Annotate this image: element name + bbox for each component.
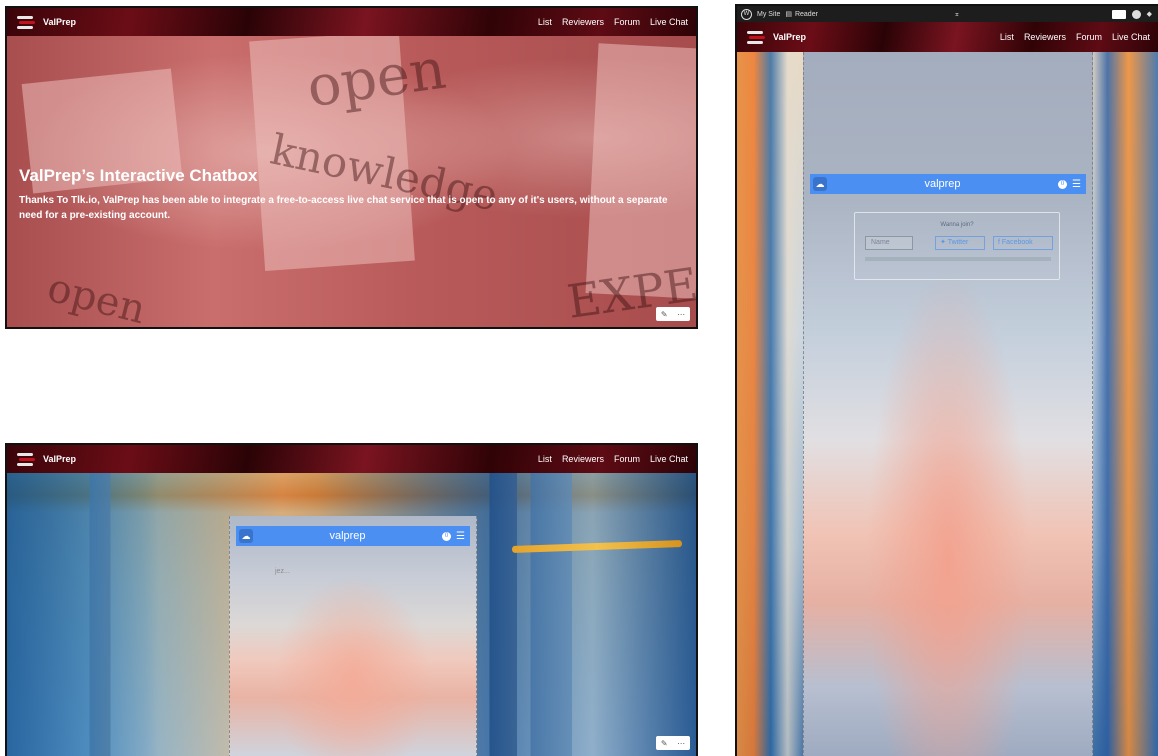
block-edit-tools[interactable]: ✎ ⋯ xyxy=(656,307,690,321)
collapse-icon[interactable]: ⌅ xyxy=(954,10,960,18)
nav-link-live-chat[interactable]: Live Chat xyxy=(1112,32,1150,42)
nav-links: List Reviewers Forum Live Chat xyxy=(538,454,688,464)
hero-screenshot-panel: ValPrep List Reviewers Forum Live Chat o… xyxy=(5,6,698,329)
pencil-icon[interactable]: ✎ xyxy=(661,739,668,748)
admin-reader[interactable]: Reader xyxy=(795,11,818,18)
notifications-icon[interactable]: ◆ xyxy=(1147,10,1152,18)
brand-name: ValPrep xyxy=(43,17,77,27)
nav-link-list[interactable]: List xyxy=(1000,32,1014,42)
twitter-login-button[interactable]: ✦ Twitter xyxy=(935,236,985,250)
name-input[interactable]: Name xyxy=(865,236,913,250)
pencil-icon[interactable]: ✎ xyxy=(661,310,668,319)
join-fine-print xyxy=(865,257,1051,261)
chat-header: ☁ valprep 0 ☰ xyxy=(236,526,470,546)
nav-link-reviewers[interactable]: Reviewers xyxy=(1024,32,1066,42)
chat-channel-name: valprep xyxy=(329,530,366,542)
cloud-icon: ☁ xyxy=(813,177,827,191)
chat-embed[interactable]: ☁ valprep 0 ☰ Wanna join? Name ✦ Twitter… xyxy=(803,52,1093,756)
valprep-logo-icon xyxy=(17,15,35,29)
participant-count: 0 xyxy=(442,531,452,541)
chat-message: jez... xyxy=(275,568,290,575)
chat-channel-name: valprep xyxy=(924,178,961,190)
twitter-icon: ✦ xyxy=(940,239,946,246)
hero-title: ValPrep’s Interactive Chatbox xyxy=(19,166,258,185)
twitter-label: Twitter xyxy=(947,239,969,246)
hamburger-menu-icon[interactable]: ☰ xyxy=(456,531,465,542)
write-icon[interactable] xyxy=(1111,9,1126,19)
brand[interactable]: ValPrep xyxy=(747,30,806,44)
brand[interactable]: ValPrep xyxy=(17,452,76,466)
mobile-chat-screenshot-panel: W My Site ▤ Reader ⌅ ◆ ValPrep List Revi… xyxy=(735,4,1158,756)
nav-link-live-chat[interactable]: Live Chat xyxy=(650,454,688,464)
navbar: ValPrep List Reviewers Forum Live Chat xyxy=(737,22,1158,52)
hamburger-menu-icon[interactable]: ☰ xyxy=(1072,179,1081,190)
nav-links: List Reviewers Forum Live Chat xyxy=(538,17,688,27)
avatar-icon[interactable] xyxy=(1131,9,1141,19)
nav-link-forum[interactable]: Forum xyxy=(1076,32,1102,42)
nav-link-forum[interactable]: Forum xyxy=(614,17,640,27)
more-options-icon[interactable]: ⋯ xyxy=(677,310,685,319)
navbar: ValPrep List Reviewers Forum Live Chat xyxy=(7,445,696,473)
brand-name: ValPrep xyxy=(43,454,77,464)
nav-link-list[interactable]: List xyxy=(538,17,552,27)
join-chat-box: Wanna join? Name ✦ Twitter f Facebook xyxy=(854,212,1060,280)
chat-embed[interactable]: ☁ valprep 0 ☰ jez... xyxy=(229,516,477,756)
chat-header: ☁ valprep 0 ☰ xyxy=(810,174,1086,194)
participant-count: 0 xyxy=(1058,179,1068,189)
more-options-icon[interactable]: ⋯ xyxy=(677,739,685,748)
brand[interactable]: ValPrep xyxy=(17,15,76,29)
admin-my-site[interactable]: My Site xyxy=(757,11,780,18)
wp-admin-bar: W My Site ▤ Reader ⌅ ◆ xyxy=(737,6,1158,22)
hero-description: Thanks To Tlk.io, ValPrep has been able … xyxy=(19,195,668,221)
valprep-logo-icon xyxy=(17,452,35,466)
nav-link-forum[interactable]: Forum xyxy=(614,454,640,464)
join-title: Wanna join? xyxy=(940,222,974,228)
reader-icon: ▤ xyxy=(785,11,792,18)
admin-bar-right: ◆ xyxy=(1111,9,1152,19)
chat-screenshot-panel: ValPrep List Reviewers Forum Live Chat ☁… xyxy=(5,443,698,756)
nav-links: List Reviewers Forum Live Chat xyxy=(1000,32,1150,42)
facebook-icon: f xyxy=(998,239,1000,246)
navbar: ValPrep List Reviewers Forum Live Chat xyxy=(7,8,696,36)
cloud-icon: ☁ xyxy=(239,529,253,543)
nav-link-reviewers[interactable]: Reviewers xyxy=(562,454,604,464)
nav-link-list[interactable]: List xyxy=(538,454,552,464)
valprep-logo-icon xyxy=(747,30,765,44)
nav-link-reviewers[interactable]: Reviewers xyxy=(562,17,604,27)
nav-link-live-chat[interactable]: Live Chat xyxy=(650,17,688,27)
facebook-login-button[interactable]: f Facebook xyxy=(993,236,1053,250)
background-word: open xyxy=(42,264,151,329)
facebook-label: Facebook xyxy=(1001,239,1033,246)
wordpress-icon[interactable]: W xyxy=(741,8,752,20)
block-edit-tools[interactable]: ✎ ⋯ xyxy=(656,736,690,750)
brand-name: ValPrep xyxy=(773,32,807,42)
